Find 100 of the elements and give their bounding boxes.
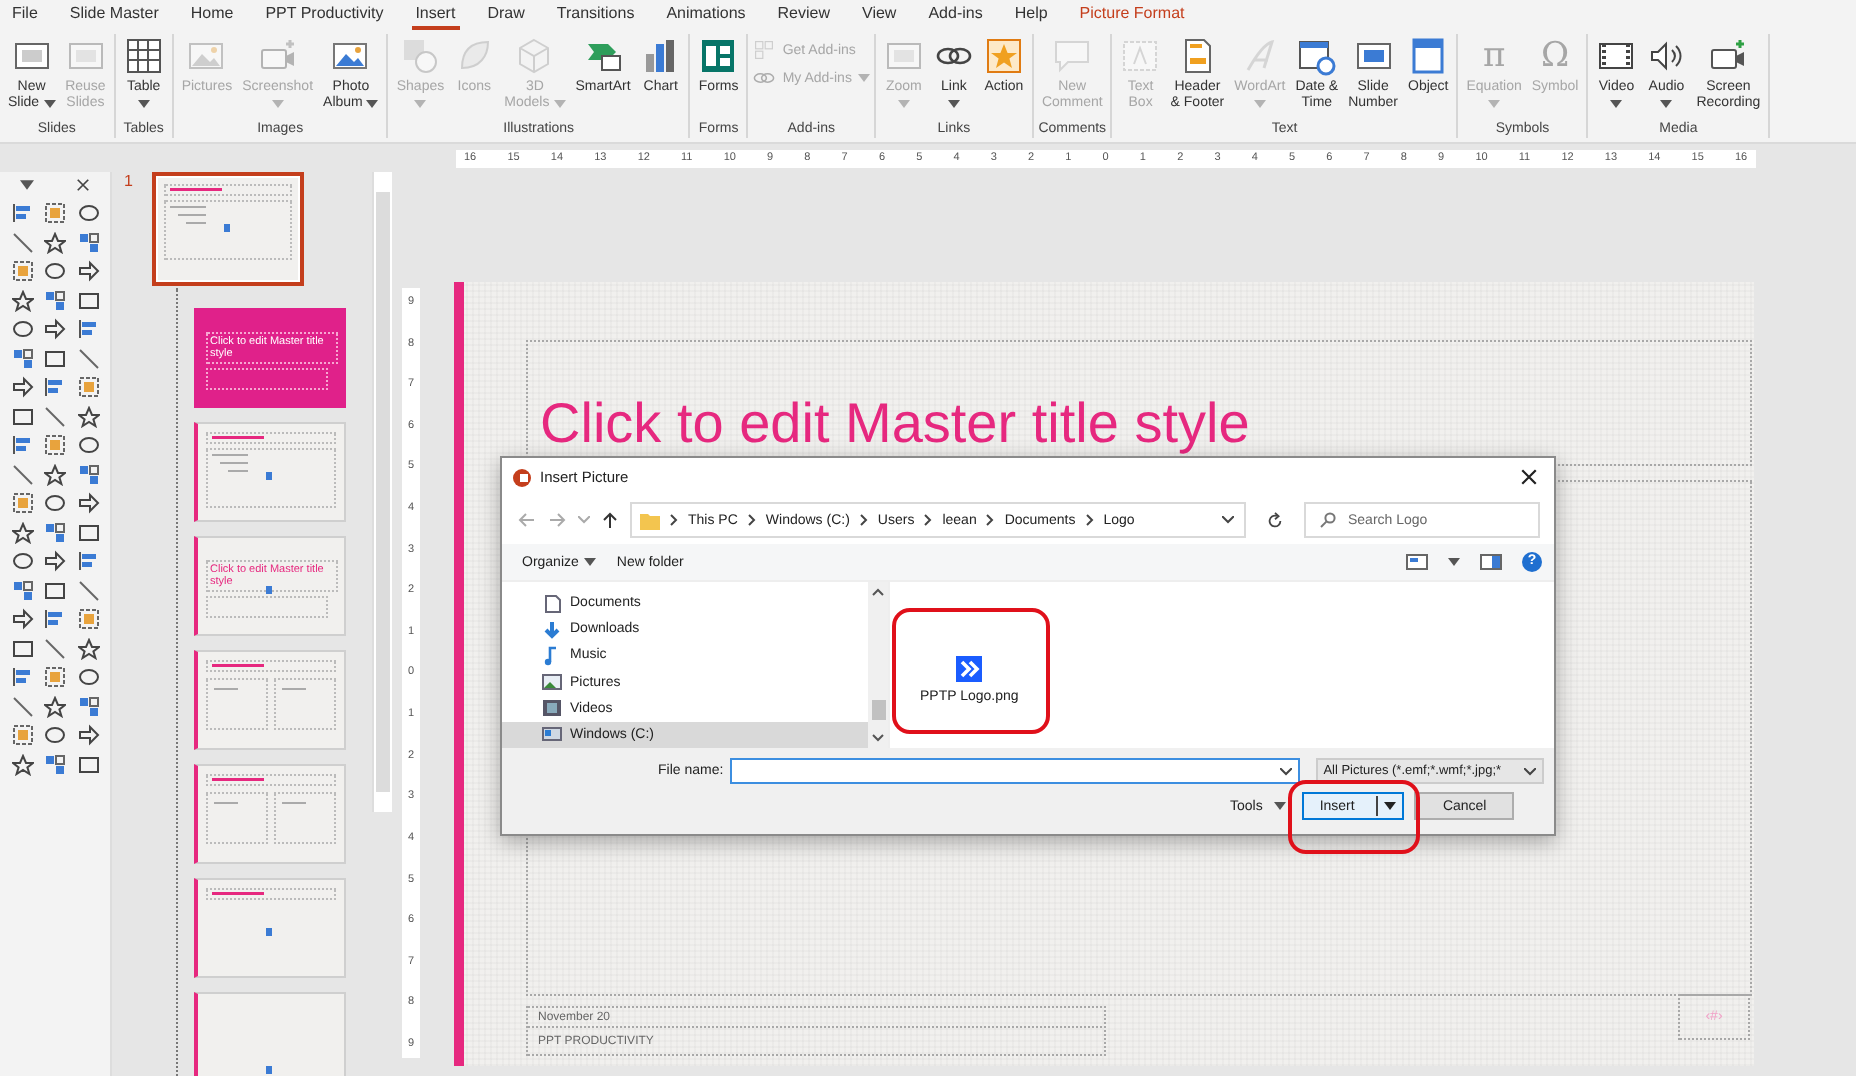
frame-icon[interactable] bbox=[11, 492, 33, 514]
align-icon[interactable] bbox=[11, 434, 33, 456]
rectangle-icon[interactable] bbox=[11, 405, 33, 427]
star-icon[interactable] bbox=[44, 695, 66, 717]
up-arrow-icon[interactable] bbox=[602, 511, 618, 529]
arrow-icon[interactable] bbox=[11, 608, 33, 630]
circle-icon[interactable] bbox=[77, 202, 99, 224]
ribbon-tab[interactable]: Draw bbox=[483, 0, 529, 30]
align-icon[interactable] bbox=[11, 666, 33, 688]
rectangle-icon[interactable] bbox=[44, 579, 66, 601]
circle-icon[interactable] bbox=[44, 492, 66, 514]
line-icon[interactable] bbox=[11, 463, 33, 485]
frame-icon[interactable] bbox=[44, 202, 66, 224]
grid-icon bbox=[752, 38, 777, 62]
frame-icon[interactable] bbox=[77, 376, 99, 398]
chevron-down-icon[interactable] bbox=[1222, 516, 1234, 524]
frame-icon[interactable] bbox=[11, 260, 33, 282]
align-icon[interactable] bbox=[44, 376, 66, 398]
frame-icon[interactable] bbox=[77, 608, 99, 630]
frame-icon[interactable] bbox=[11, 724, 33, 746]
ribbon-tab[interactable]: Help bbox=[1010, 0, 1052, 30]
circle-icon[interactable] bbox=[77, 434, 99, 456]
ribbon-tab[interactable]: View bbox=[858, 0, 901, 30]
grid-icon[interactable] bbox=[44, 753, 66, 775]
rectangle-icon[interactable] bbox=[77, 289, 99, 311]
view-icon[interactable] bbox=[1406, 554, 1428, 570]
dropdown-icon[interactable] bbox=[20, 179, 35, 189]
line-icon[interactable] bbox=[77, 347, 99, 369]
frame-icon[interactable] bbox=[44, 434, 66, 456]
file-name-field[interactable] bbox=[729, 758, 1300, 784]
circle-icon[interactable] bbox=[11, 318, 33, 340]
chevron-down-icon bbox=[1523, 767, 1536, 775]
ribbon-tab[interactable]: Transitions bbox=[552, 0, 639, 30]
slide-number: 1 bbox=[124, 172, 135, 190]
ribbon-tab[interactable]: Picture Format bbox=[1075, 0, 1189, 30]
arrow-icon[interactable] bbox=[77, 492, 99, 514]
ribbon-tab[interactable]: Add-ins bbox=[924, 0, 987, 30]
film-icon bbox=[542, 698, 562, 719]
grid-icon[interactable] bbox=[11, 579, 33, 601]
line-icon[interactable] bbox=[44, 637, 66, 659]
chevron-down-icon[interactable] bbox=[872, 734, 884, 742]
form-icon bbox=[698, 36, 739, 76]
rectangle-icon[interactable] bbox=[77, 521, 99, 543]
ribbon-tab[interactable]: PPT Productivity bbox=[261, 0, 388, 30]
star-icon[interactable] bbox=[77, 405, 99, 427]
slide-thumbnail[interactable] bbox=[152, 172, 304, 286]
align-icon[interactable] bbox=[77, 318, 99, 340]
star-icon[interactable] bbox=[77, 637, 99, 659]
star-icon[interactable] bbox=[11, 289, 33, 311]
ribbon-tab[interactable]: Animations bbox=[662, 0, 750, 30]
circle-icon[interactable] bbox=[77, 666, 99, 688]
align-icon[interactable] bbox=[11, 202, 33, 224]
line-icon[interactable] bbox=[11, 231, 33, 253]
comment-icon bbox=[1052, 36, 1093, 76]
star-icon[interactable] bbox=[44, 463, 66, 485]
chevron-down-icon[interactable] bbox=[1279, 767, 1292, 775]
music-icon bbox=[542, 645, 562, 666]
window-icon bbox=[1408, 36, 1449, 76]
ribbon-tab[interactable]: Slide Master bbox=[65, 0, 163, 30]
circle-icon[interactable] bbox=[44, 724, 66, 746]
scrollbar[interactable] bbox=[868, 582, 888, 748]
arrow-icon[interactable] bbox=[77, 724, 99, 746]
arrow-icon[interactable] bbox=[44, 550, 66, 572]
refresh-icon[interactable] bbox=[1266, 511, 1284, 529]
circle-icon[interactable] bbox=[44, 260, 66, 282]
grid-icon[interactable] bbox=[77, 463, 99, 485]
ribbon-tab[interactable]: Review bbox=[773, 0, 835, 30]
line-icon[interactable] bbox=[11, 695, 33, 717]
star-icon[interactable] bbox=[11, 753, 33, 775]
scrollbar[interactable] bbox=[372, 172, 392, 812]
star-icon[interactable] bbox=[44, 231, 66, 253]
frame-icon[interactable] bbox=[44, 666, 66, 688]
preview-pane-icon[interactable] bbox=[1480, 554, 1502, 570]
align-icon[interactable] bbox=[77, 550, 99, 572]
chevron-icon bbox=[859, 514, 868, 526]
ribbon-tab[interactable]: File bbox=[8, 0, 42, 30]
align-icon[interactable] bbox=[44, 608, 66, 630]
grid-icon[interactable] bbox=[77, 231, 99, 253]
caret-icon bbox=[1274, 802, 1287, 810]
line-icon[interactable] bbox=[44, 405, 66, 427]
close-icon[interactable] bbox=[75, 177, 90, 191]
circle-icon[interactable] bbox=[11, 550, 33, 572]
grid-icon[interactable] bbox=[44, 289, 66, 311]
rectangle-icon[interactable] bbox=[44, 347, 66, 369]
arrow-icon[interactable] bbox=[77, 260, 99, 282]
line-icon[interactable] bbox=[77, 579, 99, 601]
double-chevron-icon bbox=[956, 656, 983, 682]
grid-icon[interactable] bbox=[44, 521, 66, 543]
rectangle-icon[interactable] bbox=[11, 637, 33, 659]
arrow-icon[interactable] bbox=[11, 376, 33, 398]
close-icon[interactable] bbox=[1520, 468, 1538, 486]
rectangle-icon[interactable] bbox=[77, 753, 99, 775]
grid-icon[interactable] bbox=[77, 695, 99, 717]
ribbon-tab[interactable]: Home bbox=[186, 0, 238, 30]
chevron-up-icon[interactable] bbox=[872, 588, 884, 596]
caret-icon bbox=[1448, 558, 1460, 566]
grid-icon[interactable] bbox=[11, 347, 33, 369]
document-icon bbox=[542, 593, 562, 614]
arrow-icon[interactable] bbox=[44, 318, 66, 340]
star-icon[interactable] bbox=[11, 521, 33, 543]
